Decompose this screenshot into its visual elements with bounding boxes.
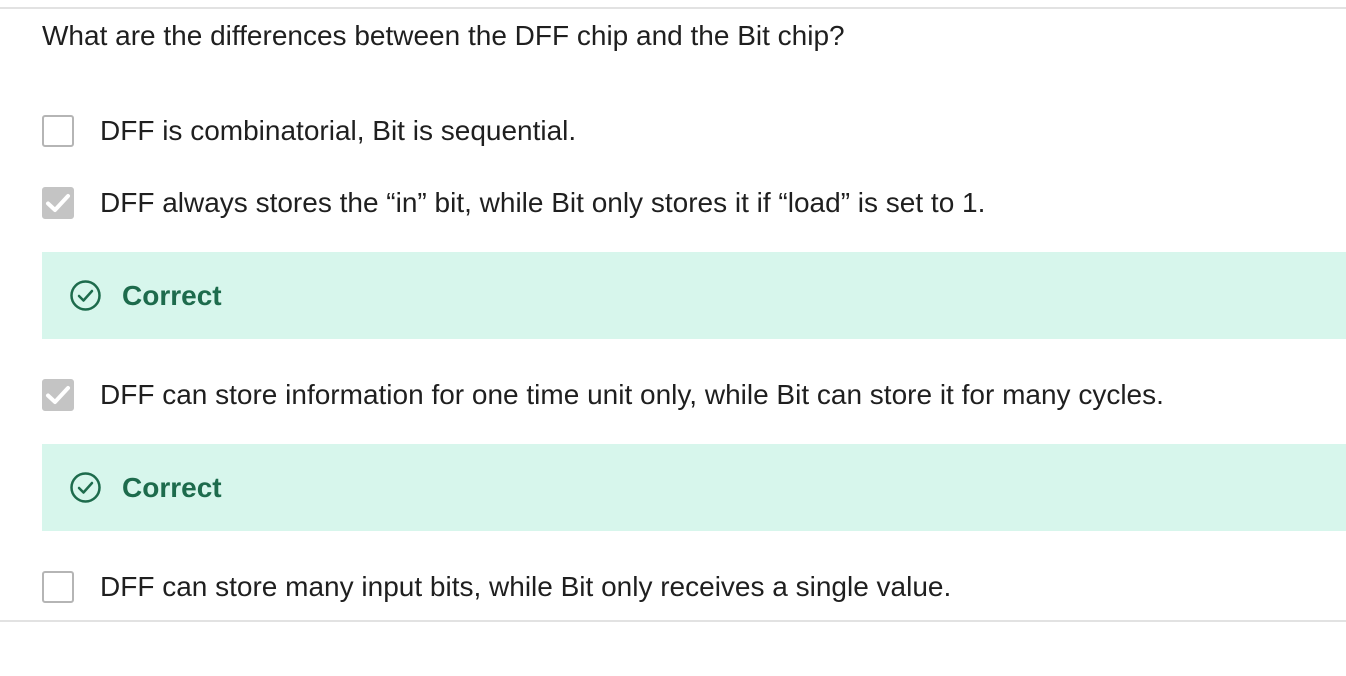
checkbox-unchecked[interactable] bbox=[42, 571, 74, 603]
answer-option-3[interactable]: DFF can store information for one time u… bbox=[42, 377, 1164, 413]
checkmark-icon bbox=[46, 386, 70, 404]
checkbox-checked[interactable] bbox=[42, 379, 74, 411]
question-text: What are the differences between the DFF… bbox=[42, 20, 845, 51]
top-divider bbox=[0, 7, 1346, 9]
bottom-divider bbox=[0, 620, 1346, 622]
feedback-label: Correct bbox=[122, 471, 222, 503]
answer-option-label: DFF is combinatorial, Bit is sequential. bbox=[100, 115, 577, 146]
check-circle-icon bbox=[70, 280, 101, 311]
feedback-label: Correct bbox=[122, 279, 222, 311]
answer-option-2[interactable]: DFF always stores the “in” bit, while Bi… bbox=[42, 185, 985, 221]
answer-option-1[interactable]: DFF is combinatorial, Bit is sequential. bbox=[42, 113, 576, 149]
answer-option-label: DFF can store information for one time u… bbox=[100, 379, 1164, 410]
quiz-question: What are the differences between the DFF… bbox=[0, 0, 1346, 676]
checkbox-checked[interactable] bbox=[42, 187, 74, 219]
check-circle-icon bbox=[70, 472, 101, 503]
answer-option-label: DFF can store many input bits, while Bit… bbox=[100, 571, 952, 602]
feedback-correct: Correct bbox=[42, 252, 1346, 339]
checkmark-icon bbox=[46, 194, 70, 212]
answer-option-label: DFF always stores the “in” bit, while Bi… bbox=[100, 187, 986, 218]
feedback-correct: Correct bbox=[42, 444, 1346, 531]
answer-option-4[interactable]: DFF can store many input bits, while Bit… bbox=[42, 569, 951, 605]
checkbox-unchecked[interactable] bbox=[42, 115, 74, 147]
